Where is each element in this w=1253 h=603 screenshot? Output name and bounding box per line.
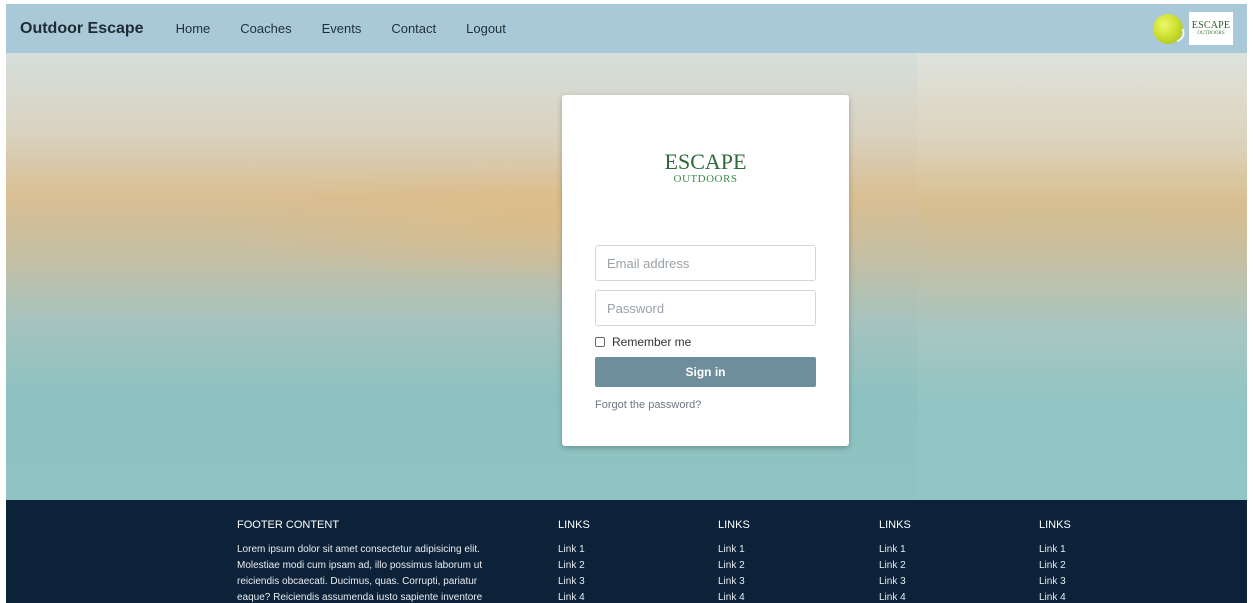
footer-link[interactable]: Link 4	[879, 590, 911, 603]
footer-text-line: reiciendis obcaecati. Ducimus, quas. Cor…	[237, 576, 478, 587]
forgot-password-link[interactable]: Forgot the password?	[595, 399, 701, 411]
footer-link[interactable]: Link 2	[558, 558, 590, 574]
footer-link[interactable]: Link 4	[718, 590, 750, 603]
escape-outdoors-logo: ESCAPE OUTDOORS	[1189, 12, 1233, 45]
footer: FOOTER CONTENT Lorem ipsum dolor sit ame…	[6, 500, 1247, 603]
footer-links-title: LINKS	[879, 519, 911, 531]
navbar: Outdoor Escape Home Coaches Events Conta…	[6, 4, 1247, 53]
remember-checkbox[interactable]	[595, 337, 605, 347]
sign-in-button[interactable]: Sign in	[595, 357, 816, 387]
footer-links-column: LINKS Link 1 Link 2 Link 3 Link 4	[879, 519, 911, 603]
brand-title[interactable]: Outdoor Escape	[20, 20, 144, 38]
footer-content-title: FOOTER CONTENT	[237, 519, 340, 531]
hero-right-panel	[917, 53, 1247, 500]
footer-text-line: Lorem ipsum dolor sit amet consectetur a…	[237, 544, 480, 555]
login-logo-line1: ESCAPE	[664, 149, 747, 174]
footer-link[interactable]: Link 2	[718, 558, 750, 574]
footer-link[interactable]: Link 1	[879, 542, 911, 558]
page-frame: Outdoor Escape Home Coaches Events Conta…	[6, 4, 1247, 603]
footer-link[interactable]: Link 3	[879, 574, 911, 590]
footer-links-title: LINKS	[718, 519, 750, 531]
nav-logo-line2: OUTDOORS	[1197, 30, 1225, 36]
nav-home[interactable]: Home	[176, 21, 211, 36]
footer-link[interactable]: Link 3	[718, 574, 750, 590]
email-input[interactable]	[595, 245, 816, 281]
login-logo-line2: OUTDOORS	[673, 173, 738, 185]
footer-links-title: LINKS	[1039, 519, 1071, 531]
login-logo: ESCAPE OUTDOORS	[562, 149, 849, 186]
navbar-right: ESCAPE OUTDOORS	[1153, 12, 1233, 45]
footer-text-line: Molestiae modi cum ipsam ad, illo possim…	[237, 560, 483, 571]
remember-me[interactable]: Remember me	[595, 335, 691, 349]
nav-events[interactable]: Events	[322, 21, 362, 36]
footer-links-title: LINKS	[558, 519, 590, 531]
footer-link[interactable]: Link 1	[1039, 542, 1071, 558]
footer-link[interactable]: Link 3	[558, 574, 590, 590]
nav-coaches[interactable]: Coaches	[240, 21, 291, 36]
footer-link[interactable]: Link 1	[718, 542, 750, 558]
footer-link[interactable]: Link 2	[879, 558, 911, 574]
footer-text-line: eaque? Reiciendis assumenda iusto sapien…	[237, 592, 483, 603]
footer-link[interactable]: Link 1	[558, 542, 590, 558]
footer-links-column: LINKS Link 1 Link 2 Link 3 Link 4	[718, 519, 750, 603]
password-input[interactable]	[595, 290, 816, 326]
footer-link[interactable]: Link 4	[1039, 590, 1071, 603]
nav-logout[interactable]: Logout	[466, 21, 506, 36]
nav-logo-line1: ESCAPE	[1191, 19, 1231, 31]
remember-label[interactable]: Remember me	[612, 335, 691, 349]
nav-contact[interactable]: Contact	[391, 21, 436, 36]
login-card: ESCAPE OUTDOORS Remember me Sign in Forg…	[562, 95, 849, 446]
footer-link[interactable]: Link 2	[1039, 558, 1071, 574]
footer-links-column: LINKS Link 1 Link 2 Link 3 Link 4	[1039, 519, 1071, 603]
footer-links-column: LINKS Link 1 Link 2 Link 3 Link 4	[558, 519, 590, 603]
footer-link[interactable]: Link 3	[1039, 574, 1071, 590]
footer-link[interactable]: Link 4	[558, 590, 590, 603]
tennis-ball-icon	[1153, 13, 1183, 44]
footer-content-column: FOOTER CONTENT Lorem ipsum dolor sit ame…	[237, 519, 537, 603]
footer-content-text: Lorem ipsum dolor sit amet consectetur a…	[237, 542, 537, 603]
